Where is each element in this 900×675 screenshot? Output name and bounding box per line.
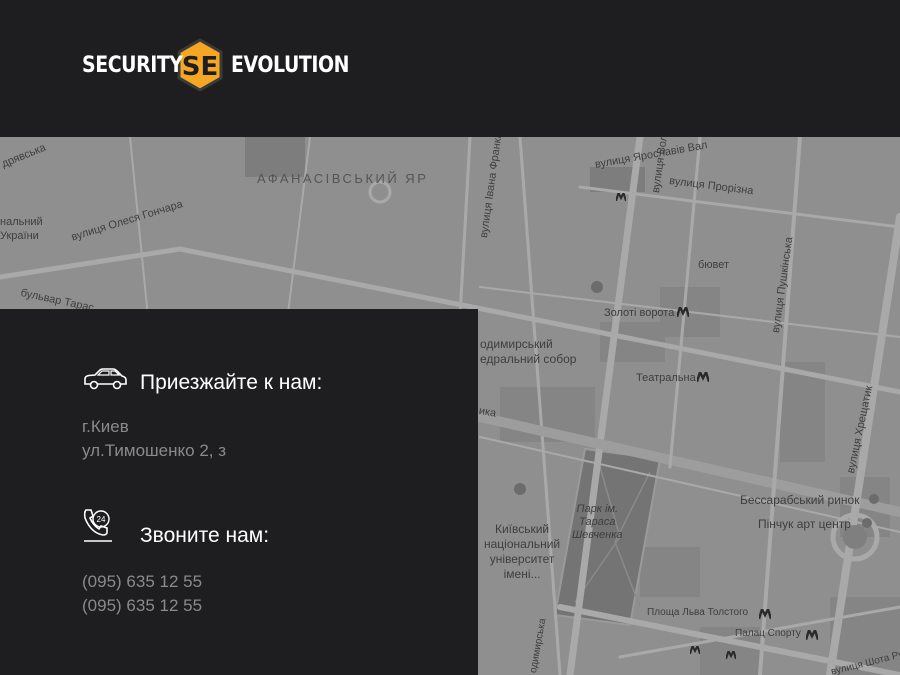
address-city: г.Киев xyxy=(82,417,129,436)
metro-icon xyxy=(616,193,626,201)
call-title: Звоните нам: xyxy=(140,524,270,547)
map-label-teatralna: Театральна xyxy=(636,372,696,384)
metro-icon xyxy=(677,307,689,317)
contact-panel: Приезжайте к нам: г.Киев ул.Тимошенко 2,… xyxy=(0,309,478,675)
map-label-pinchuk: Пінчук арт центр xyxy=(758,517,851,531)
address-street: ул.Тимошенко 2, з xyxy=(82,441,227,460)
metro-icon xyxy=(690,646,700,654)
logo[interactable]: SECURITY SE EVOLUTION xyxy=(82,38,349,92)
map-label-ukrainy: нальний України xyxy=(0,216,43,242)
car-icon xyxy=(84,368,127,390)
metro-icon xyxy=(697,372,709,382)
phone-number-1[interactable]: (095) 635 12 55 xyxy=(82,570,202,594)
logo-word-evolution: EVOLUTION xyxy=(231,52,350,78)
map-label-bessarabskyi: Бессарабський ринок xyxy=(740,493,860,507)
logo-hexagon-icon: SE xyxy=(177,38,223,92)
phone-number-2[interactable]: (095) 635 12 55 xyxy=(82,594,202,618)
map-label-biuvet: бювет xyxy=(698,259,730,271)
metro-icon xyxy=(759,609,771,619)
map-label-afanasiv: АФАНАСІВСЬКИЙ ЯР xyxy=(257,171,429,186)
map-label-park: Парк ім. Тараса Шевченка xyxy=(572,503,623,541)
logo-word-security: SECURITY xyxy=(82,52,183,78)
map-label-zoloti-vorota: Золоті ворота xyxy=(604,307,675,319)
metro-icon xyxy=(726,651,736,659)
svg-text:SE: SE xyxy=(182,52,219,82)
map-label-palats-sportu: Палац Спорту xyxy=(735,628,801,639)
phone-24-icon: 24 xyxy=(83,509,112,542)
visit-title: Приезжайте к нам: xyxy=(140,371,323,394)
metro-icon xyxy=(806,630,818,640)
map-label-lva-tolstoho: Площа Льва Толстого xyxy=(647,607,749,618)
svg-text:24: 24 xyxy=(97,515,106,524)
map-label-university: Київський національний університет імені… xyxy=(484,522,561,581)
site-header: SECURITY SE EVOLUTION xyxy=(0,0,900,137)
map-label-sobor: одимирський едральний собор xyxy=(480,337,577,366)
